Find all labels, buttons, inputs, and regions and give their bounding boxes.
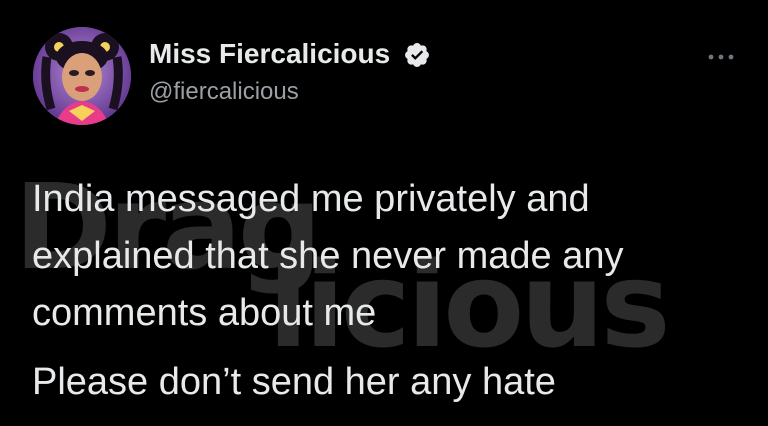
verified-badge-icon — [405, 43, 429, 67]
tweet-card: Drag licious Miss Fiercalicious @fiercal… — [0, 0, 768, 426]
user-handle[interactable]: @fiercalicious — [149, 80, 299, 104]
tweet-text: India messaged me privately and explaine… — [32, 171, 732, 411]
avatar[interactable] — [33, 27, 131, 125]
display-name[interactable]: Miss Fiercalicious — [149, 40, 390, 68]
tweet-paragraph-1: India messaged me privately and explaine… — [32, 178, 624, 334]
more-options-icon[interactable] — [706, 50, 736, 64]
tweet-paragraph-2: Please don’t send her any hate — [32, 361, 556, 403]
